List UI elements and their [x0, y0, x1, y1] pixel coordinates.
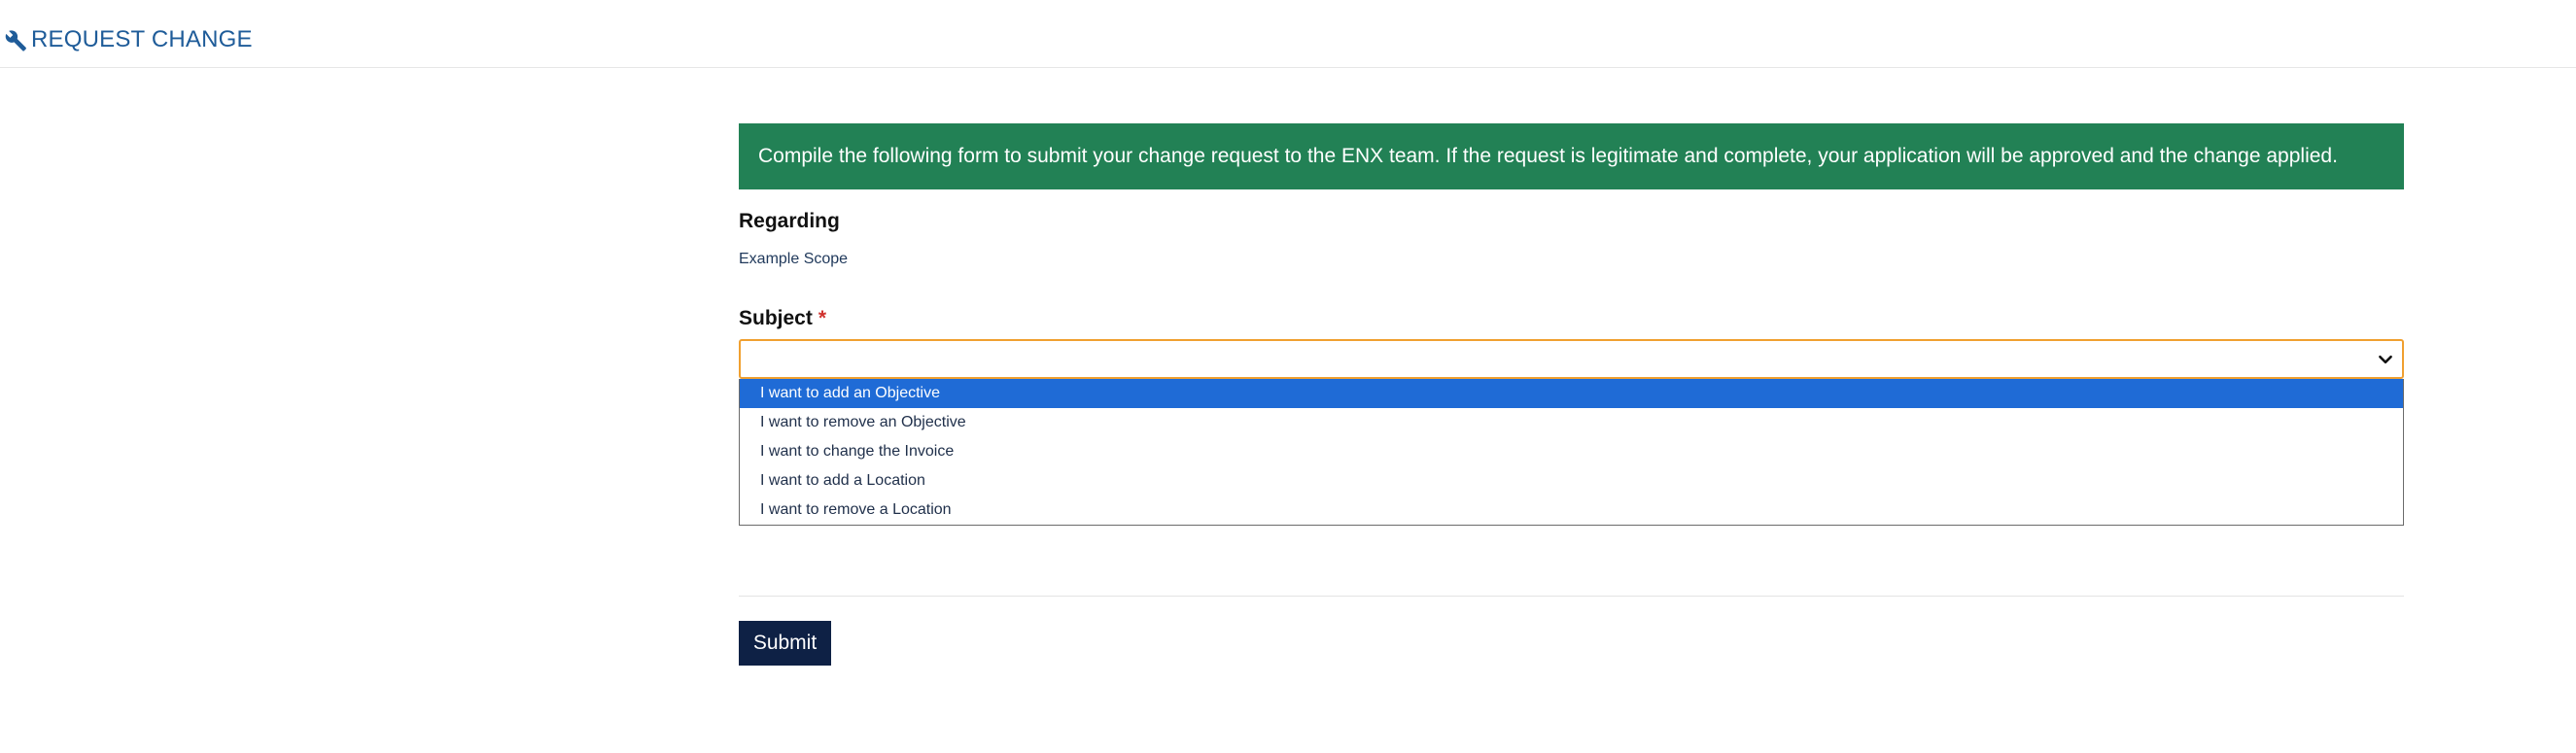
subject-dropdown-list: I want to add an Objective I want to rem…: [739, 379, 2404, 526]
subject-option-change-invoice[interactable]: I want to change the Invoice: [740, 437, 2403, 466]
subject-option-add-objective[interactable]: I want to add an Objective: [740, 379, 2403, 408]
form-divider: [739, 596, 2404, 597]
required-marker: *: [818, 307, 827, 329]
regarding-label: Regarding: [739, 210, 840, 232]
subject-label-text: Subject: [739, 307, 813, 329]
subject-label: Subject *: [739, 307, 826, 330]
wrench-icon: [2, 27, 27, 52]
info-alert-text: Compile the following form to submit you…: [758, 145, 2338, 167]
page-title-text: REQUEST CHANGE: [31, 26, 253, 52]
page-title: REQUEST CHANGE: [2, 25, 253, 54]
regarding-value: Example Scope: [739, 251, 849, 267]
change-request-form: Compile the following form to submit you…: [739, 123, 2404, 666]
chevron-down-icon[interactable]: [2377, 351, 2394, 368]
info-alert: Compile the following form to submit you…: [739, 123, 2404, 189]
subject-option-remove-objective[interactable]: I want to remove an Objective: [740, 408, 2403, 437]
subject-select[interactable]: [739, 339, 2404, 379]
subject-option-remove-location[interactable]: I want to remove a Location: [740, 496, 2403, 525]
subject-option-add-location[interactable]: I want to add a Location: [740, 466, 2403, 496]
top-bar: REQUEST CHANGE: [0, 0, 2576, 68]
submit-button[interactable]: Submit: [739, 621, 831, 666]
